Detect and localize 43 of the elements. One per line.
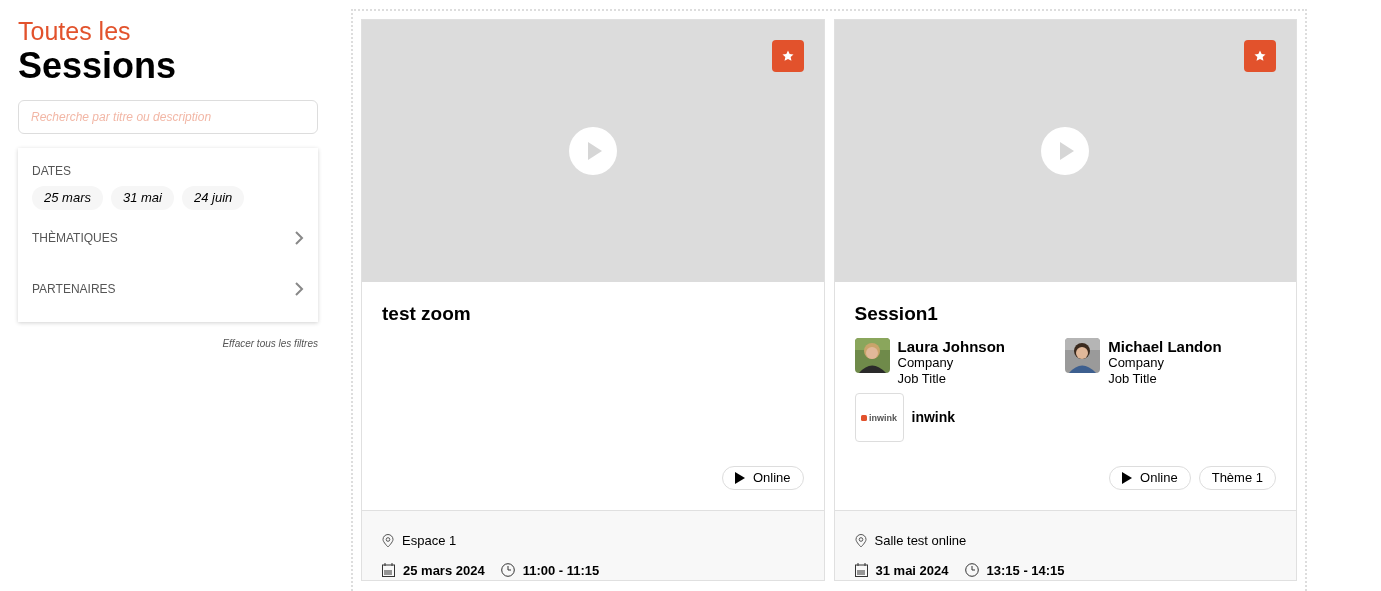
speaker-company: Company — [897, 355, 955, 371]
speaker-company: Company — [1108, 355, 1165, 371]
session-time: 13:15 - 14:15 — [986, 561, 1065, 580]
speaker-name: Michael Landon — [1108, 338, 1222, 355]
session-location: Espace 1 — [402, 532, 457, 550]
play-icon — [734, 472, 745, 484]
speaker-job-title: Job Title — [897, 371, 947, 387]
clock-icon — [964, 563, 979, 578]
session-card[interactable]: test zoom Online Espace 1 25 mars 2024 11:00 - 11:15 — [361, 19, 825, 581]
speaker-name: Laura Johnson — [897, 338, 1005, 355]
location-pin-icon — [382, 533, 394, 548]
session-time: 11:00 - 11:15 — [522, 561, 600, 580]
search-field[interactable]: Recherche par titre ou description — [18, 100, 318, 134]
date-chip[interactable]: 31 mai — [110, 186, 174, 210]
filter-label: DATES — [32, 163, 73, 180]
page-title: Sessions — [18, 46, 178, 86]
calendar-icon — [382, 563, 395, 578]
speaker-job-title: Job Title — [1108, 371, 1158, 387]
session-location: Salle test online — [874, 532, 967, 550]
session-date: 31 mai 2024 — [875, 561, 949, 580]
chevron-icon — [294, 230, 304, 245]
logo-mark-icon — [861, 414, 867, 421]
session-title: test zoom — [382, 302, 472, 326]
star-icon — [1254, 50, 1266, 62]
date-chip[interactable]: 24 juin — [182, 186, 245, 210]
session-title: Session1 — [854, 302, 939, 326]
chevron-icon — [294, 281, 304, 296]
filter-section[interactable]: THÈMATIQUES — [32, 214, 304, 261]
filter-section[interactable]: PARTENAIRES — [32, 265, 304, 312]
location-pin-icon — [854, 533, 867, 548]
favorite-button[interactable] — [1244, 40, 1276, 72]
play-icon — [1122, 472, 1133, 484]
session-date: 25 mars 2024 — [403, 561, 485, 580]
calendar-icon — [854, 563, 868, 578]
page-kicker: Toutes les — [18, 16, 132, 46]
date-chip[interactable]: 25 mars — [32, 186, 103, 210]
star-icon — [781, 50, 794, 62]
logo-text: inwink — [869, 412, 897, 423]
clock-icon — [500, 563, 515, 578]
clear-filters-link[interactable]: Effacer tous les filtres — [222, 336, 318, 351]
favorite-button[interactable] — [771, 40, 804, 72]
session-card[interactable]: Session1 Laura Johnson Company Job Title Michael Landon Company Job Title inwink inwink Online Thème 1 Salle test online 31 mai 2024 13:15 - 14:15 — [833, 19, 1297, 581]
partner-name: inwink — [911, 408, 956, 427]
